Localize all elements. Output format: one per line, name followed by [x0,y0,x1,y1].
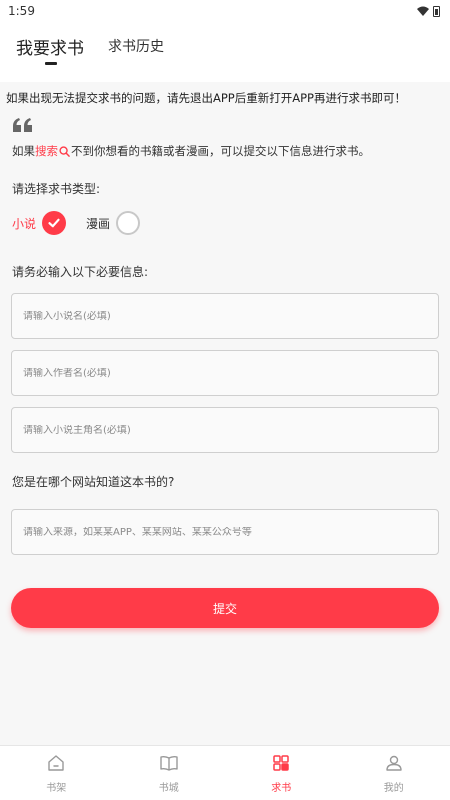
status-bar: 1:59 [0,0,450,22]
open-book-icon [160,755,178,771]
hint-suffix: 不到你想看的书籍或者漫画，可以提交以下信息进行求书。 [71,144,370,158]
search-hint: 如果 搜索 不到你想看的书籍或者漫画，可以提交以下信息进行求书。 [12,143,370,159]
type-option-novel-label: 小说 [12,216,37,231]
type-option-comic[interactable]: 漫画 [86,211,141,235]
hint-prefix: 如果 [12,144,35,158]
battery-icon [433,5,440,17]
nav-label-request-book: 求书 [271,783,292,794]
source-label: 您是在哪个网站知道这本书的? [12,475,175,489]
type-label: 请选择求书类型: [12,182,101,196]
source-field[interactable] [11,509,439,555]
source-input[interactable] [23,526,438,538]
submit-button[interactable]: 提交 [11,588,439,628]
home-icon [48,755,64,771]
person-icon [386,755,402,771]
type-option-comic-label: 漫画 [86,216,111,231]
author-name-field[interactable] [11,350,439,396]
nav-item-bookshelf[interactable]: 书架 [0,746,113,800]
nav-label-bookstore: 书城 [158,783,179,794]
novel-name-field[interactable] [11,293,439,339]
novel-name-input[interactable] [23,310,438,322]
checkmark-icon [48,218,60,228]
type-selector: 小说 漫画 [12,210,141,236]
wifi-icon [417,6,429,16]
nav-label-bookshelf: 书架 [46,783,67,794]
protagonist-name-input[interactable] [23,424,438,436]
search-icon[interactable] [59,145,70,157]
protagonist-name-field[interactable] [11,407,439,453]
status-time: 1:59 [8,4,35,18]
status-icons [417,5,440,17]
top-tab-bar: 我要求书 求书历史 [0,22,450,82]
hint-search-link[interactable]: 搜索 [35,143,58,159]
nav-label-profile: 我的 [383,783,404,794]
type-option-novel[interactable]: 小说 [12,211,67,235]
active-tab-indicator [45,62,57,65]
checked-circle-icon[interactable] [42,211,67,235]
nav-item-bookstore[interactable]: 书城 [113,746,226,800]
nav-item-profile[interactable]: 我的 [338,746,450,800]
notice-text: 如果出现无法提交求书的问题，请先退出APP后重新打开APP再进行求书即可！ [6,91,406,105]
nav-item-request-book[interactable]: 求书 [225,746,338,800]
author-name-input[interactable] [23,367,438,379]
bottom-nav: 书架 书城 求书 我的 [0,745,450,800]
grid-icon [273,755,289,771]
tab-request-book[interactable]: 我要求书 [16,34,84,59]
tab-request-history[interactable]: 求书历史 [108,36,164,56]
unchecked-circle-icon[interactable] [116,211,141,235]
required-info-label: 请务必输入以下必要信息: [12,265,149,279]
quote-icon [13,118,32,132]
